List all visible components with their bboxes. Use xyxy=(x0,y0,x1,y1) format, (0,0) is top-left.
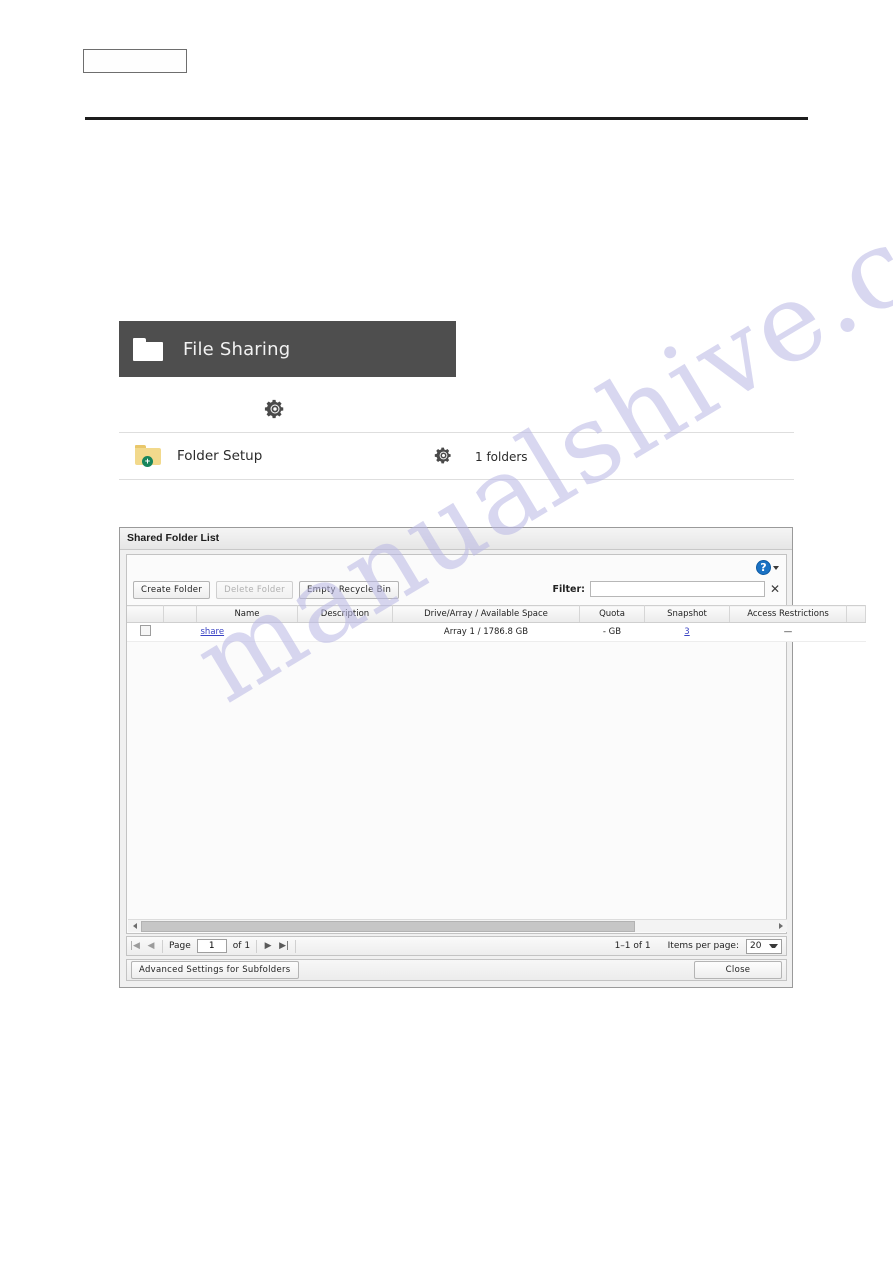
row-blank-cell xyxy=(163,622,197,642)
filter-group: Filter: ✕ xyxy=(552,581,780,597)
dialog-footer: Advanced Settings for Subfolders Close xyxy=(126,959,787,981)
items-per-page-label: Items per page: xyxy=(667,941,739,951)
first-page-icon: |◀ xyxy=(130,941,140,951)
folder-icon xyxy=(133,337,163,361)
advanced-settings-button[interactable]: Advanced Settings for Subfolders xyxy=(131,961,299,979)
row-checkbox-cell[interactable] xyxy=(127,622,164,642)
dialog-body: ? Create Folder Delete Folder Empty Recy… xyxy=(126,554,866,934)
help-icon[interactable]: ? xyxy=(756,560,771,575)
row-name-cell: share xyxy=(196,622,298,642)
items-per-page-value: 20 xyxy=(750,941,762,951)
last-page-icon[interactable]: ▶| xyxy=(276,941,292,951)
page-label: Page xyxy=(169,941,191,951)
gear-icon[interactable] xyxy=(264,398,286,420)
next-page-icon[interactable]: ▶ xyxy=(260,941,276,951)
table-row[interactable]: share Array 1 / 1786.8 GB - GB 3 — xyxy=(127,622,866,642)
folder-setup-row[interactable]: + Folder Setup 1 folders xyxy=(119,432,794,480)
row-snapshot-cell: 3 xyxy=(644,622,730,642)
row-checkbox[interactable] xyxy=(139,625,151,636)
help-menu[interactable]: ? xyxy=(756,560,779,575)
gear-icon[interactable] xyxy=(434,446,453,465)
chevron-down-icon[interactable] xyxy=(769,944,778,948)
chevron-down-icon[interactable] xyxy=(773,565,779,570)
create-folder-button[interactable]: Create Folder xyxy=(133,581,211,599)
column-header-blank[interactable] xyxy=(163,605,197,623)
dialog-title: Shared Folder List xyxy=(120,528,792,550)
items-per-page-select[interactable]: 20 xyxy=(746,938,782,954)
column-header-select[interactable] xyxy=(127,605,164,623)
column-header-snapshot[interactable]: Snapshot xyxy=(644,605,730,623)
row-drive-cell: Array 1 / 1786.8 GB xyxy=(392,622,580,642)
column-header-tail xyxy=(846,605,866,623)
scroll-right-icon[interactable] xyxy=(774,920,787,933)
page-of-label: of 1 xyxy=(232,941,251,951)
row-description-cell xyxy=(297,622,393,642)
shared-folder-table: Name Description Drive/Array / Available… xyxy=(127,605,866,642)
close-button[interactable]: Close xyxy=(694,961,782,979)
row-quota-cell: - GB xyxy=(579,622,645,642)
column-header-name[interactable]: Name xyxy=(196,605,298,623)
shared-folder-list-dialog: Shared Folder List ? Create Folder Delet… xyxy=(119,527,866,988)
snapshot-count-link[interactable]: 3 xyxy=(684,627,689,637)
filter-label: Filter: xyxy=(552,583,585,595)
scroll-track[interactable] xyxy=(141,920,774,932)
pagination-bar: |◀ ◀ Page of 1 ▶ ▶| 1–1 of 1 Items per p… xyxy=(126,936,787,956)
prev-page-icon: ◀ xyxy=(147,941,155,951)
header-divider xyxy=(85,117,808,120)
folder-name-link[interactable]: share xyxy=(201,627,225,637)
scroll-left-icon[interactable] xyxy=(128,920,141,933)
column-header-description[interactable]: Description xyxy=(297,605,393,623)
result-range: 1–1 of 1 xyxy=(614,941,651,951)
file-sharing-banner: File Sharing xyxy=(119,321,456,377)
row-access-cell: — xyxy=(729,622,847,642)
pagination-right: 1–1 of 1 Items per page: 20 xyxy=(612,938,786,954)
horizontal-scrollbar[interactable] xyxy=(128,919,787,932)
empty-recycle-bin-button[interactable]: Empty Recycle Bin xyxy=(298,581,400,599)
folder-setup-label: Folder Setup xyxy=(177,448,263,464)
delete-folder-button: Delete Folder xyxy=(216,581,293,599)
dialog-toolbar: Create Folder Delete Folder Empty Recycl… xyxy=(133,581,400,599)
filter-input[interactable] xyxy=(589,581,765,597)
column-header-quota[interactable]: Quota xyxy=(579,605,645,623)
top-empty-box xyxy=(83,49,187,73)
column-header-drive[interactable]: Drive/Array / Available Space xyxy=(392,605,580,623)
page-number-input[interactable] xyxy=(196,939,227,953)
table-header-row: Name Description Drive/Array / Available… xyxy=(127,605,866,623)
scroll-thumb[interactable] xyxy=(141,920,635,932)
banner-title: File Sharing xyxy=(183,338,291,360)
folder-add-icon: + xyxy=(135,445,161,467)
column-header-access-restrictions[interactable]: Access Restrictions xyxy=(729,605,847,623)
folder-count: 1 folders xyxy=(475,450,528,464)
row-tail-cell xyxy=(846,622,866,642)
close-icon[interactable]: ✕ xyxy=(770,583,780,595)
